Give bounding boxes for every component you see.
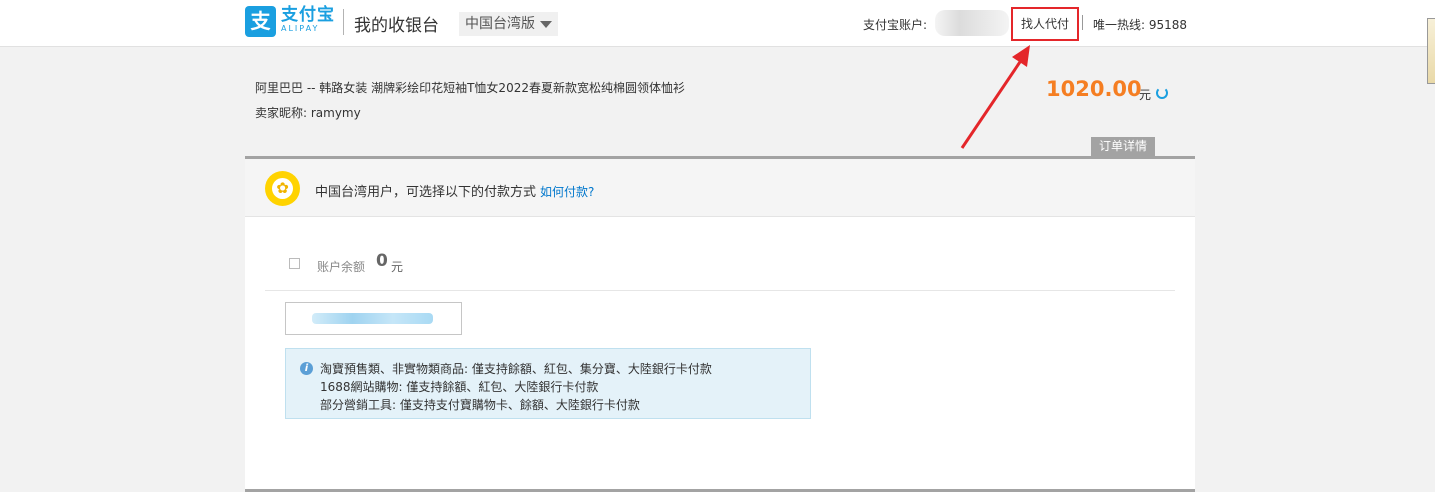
annotation-arrow-shaft — [960, 55, 1026, 149]
annotation-arrow — [960, 45, 1030, 149]
annotation-arrow-head — [1012, 45, 1030, 67]
